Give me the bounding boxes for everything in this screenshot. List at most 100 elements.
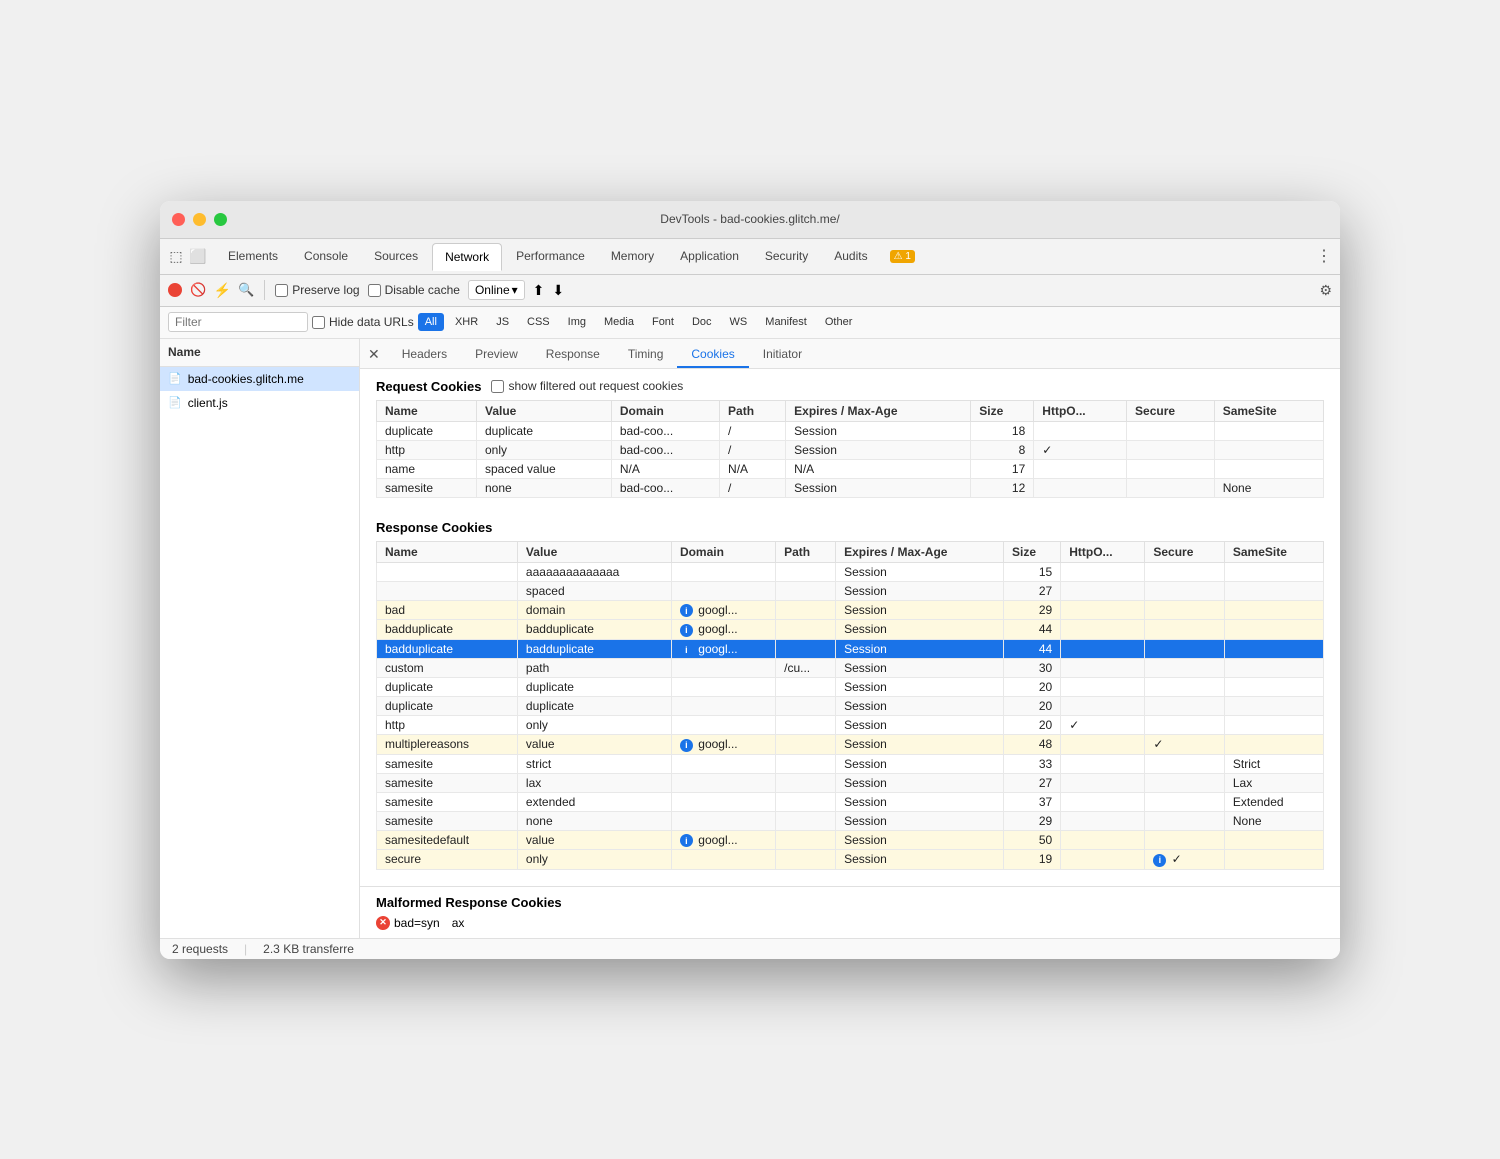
show-filtered-checkbox[interactable]: [491, 380, 504, 393]
tab-cookies[interactable]: Cookies: [677, 342, 748, 368]
info-icon: i: [680, 834, 693, 847]
main-area: Name 📄 bad-cookies.glitch.me 📄 client.js…: [160, 339, 1340, 938]
table-row[interactable]: duplicateduplicatebad-coo.../Session18: [377, 421, 1324, 440]
search-icon[interactable]: 🔍: [238, 282, 254, 298]
malformed-item-text-1: ax: [452, 916, 465, 930]
tab-response[interactable]: Response: [532, 342, 614, 368]
tab-security[interactable]: Security: [753, 243, 820, 269]
tab-console[interactable]: Console: [292, 243, 360, 269]
table-row[interactable]: aaaaaaaaaaaaaaSession15: [377, 562, 1324, 581]
tab-elements[interactable]: Elements: [216, 243, 290, 269]
resp-col-httpo: HttpO...: [1061, 541, 1145, 562]
resp-col-expires: Expires / Max-Age: [836, 541, 1004, 562]
col-httpo: HttpO...: [1034, 400, 1127, 421]
page-icon: 📄: [168, 372, 182, 385]
sidebar-item-bad-cookies[interactable]: 📄 bad-cookies.glitch.me: [160, 367, 359, 391]
titlebar: DevTools - bad-cookies.glitch.me/: [160, 201, 1340, 239]
table-row[interactable]: samesitedefaultvaluei googl...Session50: [377, 830, 1324, 850]
tab-timing[interactable]: Timing: [614, 342, 678, 368]
table-row[interactable]: badduplicatebadduplicatei googl...Sessio…: [377, 620, 1324, 640]
filter-type-img[interactable]: Img: [561, 313, 593, 331]
disable-cache-checkbox[interactable]: [368, 284, 381, 297]
hide-data-urls-checkbox[interactable]: [312, 316, 325, 329]
tab-performance[interactable]: Performance: [504, 243, 597, 269]
resp-col-domain: Domain: [671, 541, 775, 562]
filter-input[interactable]: [168, 312, 308, 332]
filter-type-css[interactable]: CSS: [520, 313, 557, 331]
table-row[interactable]: httponlySession20✓: [377, 716, 1324, 735]
sidebar-item-client-js[interactable]: 📄 client.js: [160, 391, 359, 415]
preserve-log-text: Preserve log: [292, 283, 359, 297]
filter-type-font[interactable]: Font: [645, 313, 681, 331]
close-panel-button[interactable]: ✕: [360, 341, 388, 368]
response-cookies-body: aaaaaaaaaaaaaaSession15spacedSession27ba…: [377, 562, 1324, 869]
table-row[interactable]: samesitelaxSession27Lax: [377, 773, 1324, 792]
table-row[interactable]: baddomaini googl...Session29: [377, 600, 1324, 620]
filter-type-js[interactable]: JS: [489, 313, 516, 331]
maximize-button[interactable]: [214, 213, 227, 226]
col-path: Path: [720, 400, 786, 421]
malformed-item-text-0: bad=syn: [394, 916, 440, 930]
table-row[interactable]: spacedSession27: [377, 581, 1324, 600]
resp-col-samesite: SameSite: [1224, 541, 1323, 562]
upload-icon[interactable]: ⬆: [533, 282, 545, 299]
tab-preview[interactable]: Preview: [461, 342, 532, 368]
close-button[interactable]: [172, 213, 185, 226]
table-row[interactable]: multiplereasonsvaluei googl...Session48✓: [377, 735, 1324, 755]
table-row[interactable]: duplicateduplicateSession20: [377, 678, 1324, 697]
col-name: Name: [377, 400, 477, 421]
table-row[interactable]: namespaced valueN/AN/AN/A17: [377, 459, 1324, 478]
disable-cache-label[interactable]: Disable cache: [368, 283, 460, 297]
table-row[interactable]: samesitenonebad-coo.../Session12None: [377, 478, 1324, 497]
file-icon: 📄: [168, 396, 182, 409]
show-filtered-label[interactable]: show filtered out request cookies: [491, 379, 683, 393]
filter-icon[interactable]: ⚡: [214, 282, 230, 298]
table-row[interactable]: custompath/cu...Session30: [377, 659, 1324, 678]
table-row[interactable]: samesiteextendedSession37Extended: [377, 792, 1324, 811]
tab-initiator[interactable]: Initiator: [749, 342, 816, 368]
filter-type-ws[interactable]: WS: [723, 313, 755, 331]
sidebar-item-label-bad-cookies: bad-cookies.glitch.me: [188, 372, 304, 386]
preserve-log-label[interactable]: Preserve log: [275, 283, 359, 297]
table-row[interactable]: samesitestrictSession33Strict: [377, 754, 1324, 773]
resp-col-size: Size: [1004, 541, 1061, 562]
minimize-button[interactable]: [193, 213, 206, 226]
filter-type-doc[interactable]: Doc: [685, 313, 719, 331]
table-row[interactable]: httponlybad-coo.../Session8✓: [377, 440, 1324, 459]
record-button[interactable]: [168, 283, 182, 297]
tab-network[interactable]: Network: [432, 243, 502, 271]
device-icon[interactable]: ⬜: [190, 248, 206, 264]
stop-icon[interactable]: 🚫: [190, 282, 206, 298]
tab-headers[interactable]: Headers: [388, 342, 461, 368]
tab-audits[interactable]: Audits: [822, 243, 879, 269]
info-icon: i: [680, 739, 693, 752]
settings-icon[interactable]: ⚙: [1319, 282, 1332, 299]
preserve-log-checkbox[interactable]: [275, 284, 288, 297]
tab-sources[interactable]: Sources: [362, 243, 430, 269]
more-options-icon[interactable]: ⋮: [1316, 246, 1332, 266]
cursor-icon[interactable]: ⬚: [168, 248, 184, 264]
table-row[interactable]: badduplicatebadduplicatei googl...Sessio…: [377, 639, 1324, 659]
malformed-title: Malformed Response Cookies: [376, 895, 1324, 910]
request-cookies-header-row: Name Value Domain Path Expires / Max-Age…: [377, 400, 1324, 421]
table-row[interactable]: secureonlySession19i ✓: [377, 850, 1324, 870]
hide-data-urls-label[interactable]: Hide data URLs: [312, 315, 414, 329]
tab-memory[interactable]: Memory: [599, 243, 666, 269]
filter-type-manifest[interactable]: Manifest: [758, 313, 814, 331]
network-throttle-dropdown[interactable]: Online ▾: [468, 280, 525, 300]
error-icon: ✕: [376, 916, 390, 930]
request-cookies-body: duplicateduplicatebad-coo.../Session18ht…: [377, 421, 1324, 497]
filter-type-xhr[interactable]: XHR: [448, 313, 485, 331]
resp-col-secure: Secure: [1145, 541, 1225, 562]
sidebar-item-label-client-js: client.js: [188, 396, 228, 410]
download-icon[interactable]: ⬇: [552, 282, 564, 299]
table-row[interactable]: duplicateduplicateSession20: [377, 697, 1324, 716]
filter-type-all[interactable]: All: [418, 313, 444, 331]
filter-type-media[interactable]: Media: [597, 313, 641, 331]
response-cookies-section: Response Cookies Name Value Domain Path …: [360, 510, 1340, 882]
tab-application[interactable]: Application: [668, 243, 751, 269]
info-icon: i: [680, 624, 693, 637]
malformed-items: ✕ bad=syn ax: [376, 916, 1324, 930]
table-row[interactable]: samesitenoneSession29None: [377, 811, 1324, 830]
filter-type-other[interactable]: Other: [818, 313, 860, 331]
